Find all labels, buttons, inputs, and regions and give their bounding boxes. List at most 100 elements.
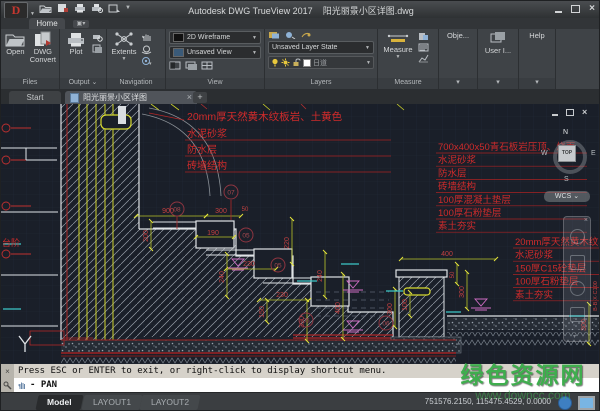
panel-output: Plot Output ⌄ [60, 29, 106, 89]
viewcube-north[interactable]: N [563, 129, 568, 136]
quick-calc-icon[interactable] [418, 54, 429, 63]
layer-on-bulb-icon[interactable] [271, 58, 279, 67]
open-button[interactable]: Open [4, 31, 27, 78]
new-tab-button[interactable]: + [193, 92, 207, 103]
cad-annotation: 水泥砂浆 [187, 127, 227, 140]
dwg-trueview-window: D▼ ▼ Autodesk DWG TrueView 2017阳光丽景小区详图.… [0, 0, 600, 411]
panel-label-help[interactable]: ▾ [519, 78, 555, 89]
panel-label-object[interactable]: ▾ [439, 78, 477, 89]
cad-annotation: 防水层 [187, 143, 217, 156]
navbar-orbit-icon[interactable] [570, 307, 585, 322]
command-tools-icon[interactable] [3, 381, 12, 390]
layer-freeze-icon[interactable] [284, 31, 296, 39]
measure-button[interactable]: Measure ▼ [381, 31, 415, 78]
detail-bubble: 05 [274, 263, 282, 270]
orbit-icon[interactable] [141, 44, 152, 54]
batch-plot-icon[interactable] [92, 44, 103, 54]
panel-label-layers[interactable]: Layers [265, 78, 377, 89]
status-bar: Model LAYOUT1 LAYOUT2 751576.2150, 11547… [1, 392, 600, 411]
maximize-button[interactable] [571, 5, 580, 13]
cad-dimension: 400 [441, 251, 453, 258]
viewcube-west[interactable]: W [541, 150, 548, 157]
cad-dimension: 240 [219, 271, 226, 283]
panel-label-measure[interactable]: Measure [378, 78, 438, 89]
preview-icon[interactable] [92, 32, 103, 42]
doc-close-icon[interactable]: × [582, 109, 587, 116]
tab-layout1[interactable]: LAYOUT1 [81, 395, 142, 410]
viewcube-south[interactable]: S [564, 176, 569, 183]
tab-close-icon[interactable]: × [187, 91, 192, 104]
viewcube[interactable]: TOP N S W E [549, 136, 593, 178]
viewport-icon[interactable] [169, 61, 181, 70]
navbar-zoom-icon[interactable] [570, 281, 585, 296]
command-close-icon[interactable]: × [5, 367, 10, 376]
cad-annotation: 台阶 [2, 237, 20, 248]
cad-dimension: 230 [276, 292, 288, 299]
panel-label-view[interactable]: View [166, 78, 264, 89]
command-prompt[interactable]: - PAN [14, 378, 600, 392]
plot-button[interactable]: Plot [63, 31, 89, 78]
panel-view: 2D Wireframe▼ Unsaved View▼ View [166, 29, 264, 89]
layer-sun-icon[interactable] [281, 58, 290, 67]
viewcube-east[interactable]: E [591, 150, 596, 157]
measure-ruler-icon [387, 31, 409, 45]
steering-wheel-icon[interactable]: ▾ [141, 56, 152, 66]
tab-layout2[interactable]: LAYOUT2 [139, 395, 200, 410]
window-config-icon[interactable] [201, 61, 213, 70]
pipe-cap [118, 106, 126, 124]
panel-label-files[interactable]: Files [1, 78, 59, 89]
cad-dimension: 300 [215, 208, 227, 215]
drawing-canvas[interactable]: 20mm厚天然黄木纹板岩、土黄色水泥砂浆防水层砖墙结构700x400x50青石板… [1, 104, 600, 364]
detail-bubble: 08 [173, 207, 181, 214]
doc-minimize-icon[interactable] [552, 114, 558, 116]
layer-properties-icon[interactable] [268, 31, 280, 39]
navbar-close-icon[interactable]: × [584, 217, 588, 224]
id-point-icon[interactable] [418, 32, 429, 41]
zoom-extents-button[interactable]: Extents ▼ [110, 31, 138, 78]
coordinates-readout: 751576.2150, 115475.4529, 0.0000 [425, 397, 551, 406]
wcs-dropdown[interactable]: WCS ⌄ [544, 191, 590, 202]
list-icon[interactable] [418, 43, 429, 52]
navbar-wheel-icon[interactable] [570, 229, 585, 244]
named-view-dropdown[interactable]: Unsaved View▼ [169, 46, 261, 59]
dwg-file-icon [70, 93, 79, 103]
dwg-convert-button[interactable]: DWG Convert [30, 31, 56, 78]
close-button[interactable]: × [589, 5, 595, 13]
tab-home[interactable]: Home [29, 18, 65, 29]
layer-dropdown[interactable]: 日道 ▼ [268, 56, 374, 69]
cad-dimension: 240 [317, 270, 324, 282]
minimize-button[interactable] [555, 11, 562, 13]
cad-dimension: 220 [284, 237, 291, 249]
cad-annotation: 20mm厚天然黄木纹板岩、土黄色 [187, 110, 343, 123]
navbar-pan-icon[interactable] [570, 255, 585, 270]
cad-annotation: 砖墙结构 [187, 159, 227, 172]
annotation-monitor-icon[interactable] [558, 396, 572, 410]
cad-dimension: 100 [402, 299, 409, 311]
panel-navigation: Extents ▼ ▾ Navigation [107, 29, 165, 89]
ribbon: Open DWG Convert Files Plot O [1, 29, 600, 89]
panel-label-navigation[interactable]: Navigation [107, 78, 165, 89]
drawing-window-controls: × [552, 109, 587, 116]
visual-style-thumb-icon [173, 33, 184, 42]
navbar-more-icon[interactable]: ▾ [573, 333, 576, 340]
layer-unlock-icon[interactable] [292, 58, 301, 67]
panel-label-output[interactable]: Output ⌄ [60, 78, 106, 89]
display-icon[interactable] [578, 396, 595, 410]
tab-start[interactable]: Start [9, 91, 61, 104]
navigation-bar[interactable]: × ▾ [563, 216, 591, 342]
named-views-icon[interactable] [185, 61, 197, 70]
visual-style-dropdown[interactable]: 2D Wireframe▼ [169, 31, 261, 44]
doc-restore-icon[interactable] [566, 109, 574, 116]
layer-color-swatch[interactable] [303, 59, 311, 67]
layer-lock-icon[interactable] [300, 31, 312, 39]
tab-model[interactable]: Model [35, 395, 83, 410]
layer-state-dropdown[interactable]: Unsaved Layer State▼ [268, 41, 374, 54]
ribbon-options-button[interactable]: ▣▾ [73, 20, 89, 28]
viewcube-top-face[interactable]: TOP [558, 145, 576, 162]
plot-printer-icon [66, 31, 86, 47]
title-bar: D▼ ▼ Autodesk DWG TrueView 2017阳光丽景小区详图.… [1, 1, 600, 18]
cad-dimension: 150 [259, 306, 266, 318]
tab-current-drawing[interactable]: 阳光丽景小区详图 × [65, 91, 197, 104]
pan-icon[interactable] [141, 32, 152, 42]
panel-label-user[interactable]: ▾ [478, 78, 518, 89]
